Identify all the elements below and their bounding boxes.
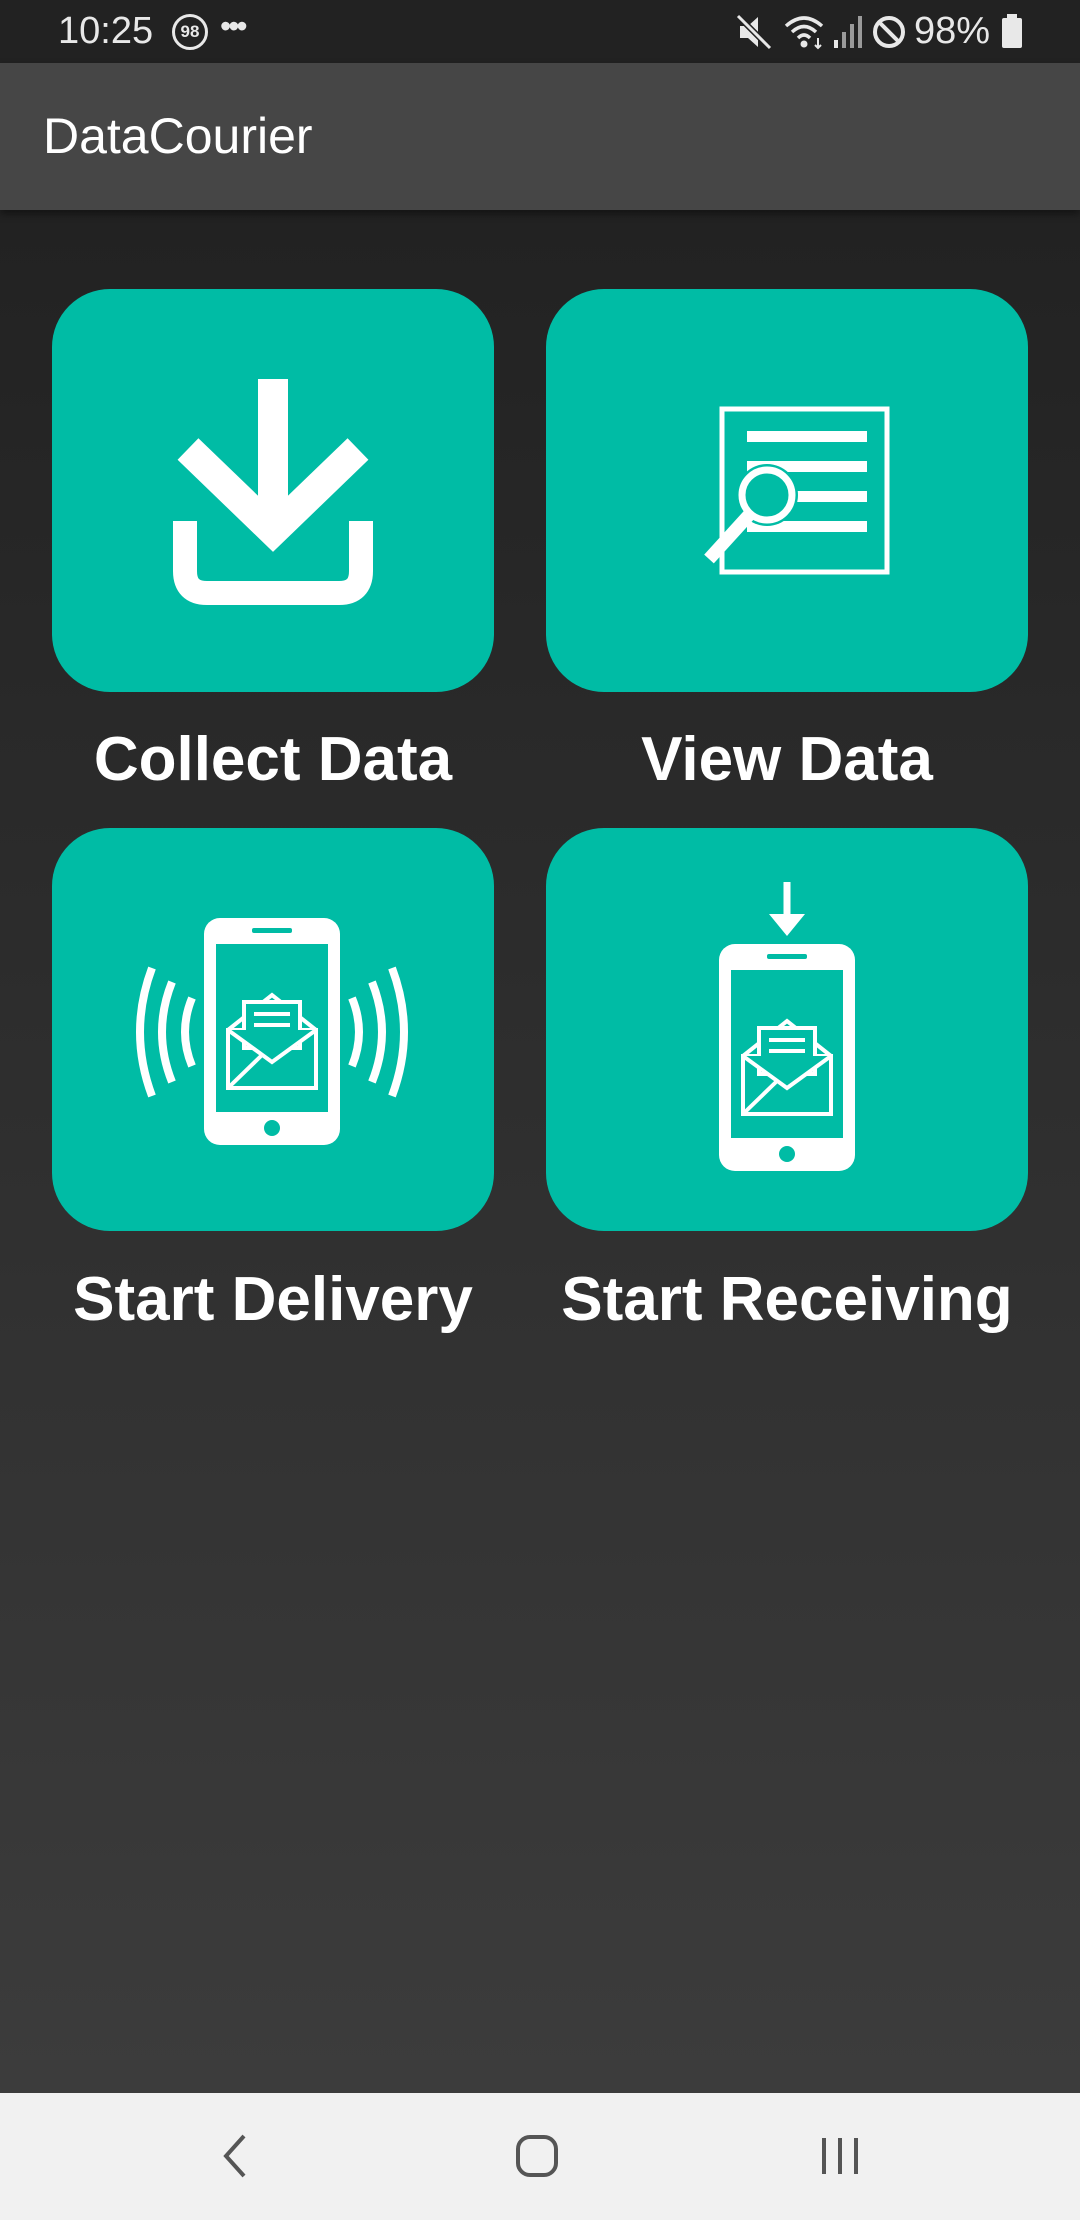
app-bar: DataCourier [0,63,1080,210]
screen: 10:25 98 ••• 98% DataCourier Collect Dat… [0,0,1080,2220]
start-receiving-button[interactable] [546,828,1028,1231]
system-nav-bar [0,2093,1080,2220]
do-not-disturb-icon [870,12,908,57]
battery-icon [1000,12,1024,57]
back-icon [223,2134,246,2178]
app-title: DataCourier [43,108,313,164]
download-icon [173,378,373,605]
more-notifications-indicator: ••• [220,8,248,44]
main-content: Collect Data View Data Start Delivery St… [0,210,1080,2093]
recent-apps-icon [822,2138,858,2174]
mute-icon [735,12,773,57]
status-time: 10:25 [58,10,154,52]
phone-broadcast-mail-icon [136,917,408,1145]
collect-data-label: Collect Data [93,725,453,794]
start-delivery-button[interactable] [52,828,494,1231]
start-delivery-label: Start Delivery [73,1265,473,1334]
phone-receive-mail-icon [719,881,855,1171]
home-icon [516,2135,558,2177]
document-search-icon [704,406,890,574]
notification-count-badge: 98 [172,14,208,50]
nav-recent-apps-button[interactable] [800,2121,880,2191]
status-bar: 10:25 98 ••• 98% [0,0,1080,63]
view-data-label: View Data [641,725,933,794]
start-receiving-label: Start Receiving [561,1265,1013,1334]
signal-icon [832,12,864,57]
collect-data-button[interactable] [52,289,494,692]
nav-back-button[interactable] [195,2121,275,2191]
wifi-icon [782,12,826,57]
view-data-button[interactable] [546,289,1028,692]
nav-home-button[interactable] [497,2121,577,2191]
battery-percentage: 98% [914,10,991,52]
